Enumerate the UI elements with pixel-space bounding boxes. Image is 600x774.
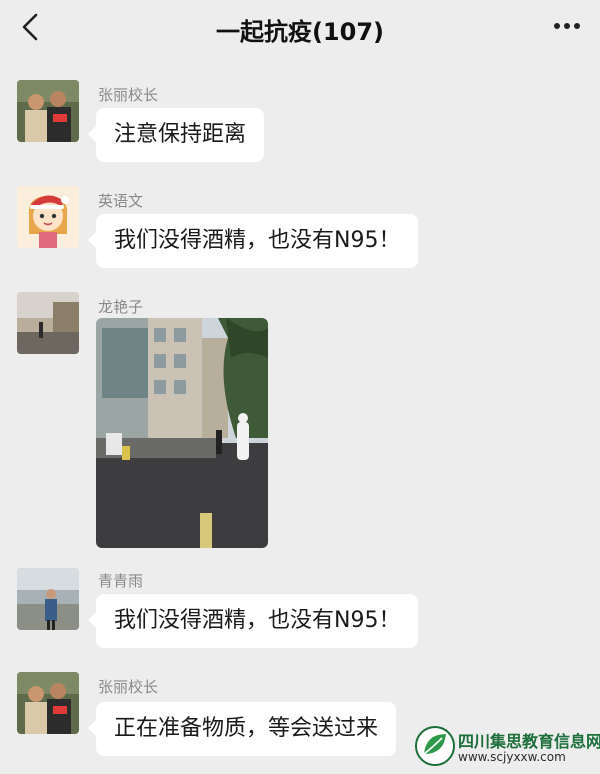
message-bubble[interactable]: 正在准备物质，等会送过来 <box>87 702 397 756</box>
leaf-logo-icon <box>415 726 455 766</box>
chat-header: 一起抗疫(107) <box>0 0 600 58</box>
chat-message: 张丽校长 注意保持距离 <box>0 78 600 170</box>
sender-name: 张丽校长 <box>98 86 159 104</box>
avatar-person-outdoor[interactable] <box>17 568 79 630</box>
street-photo-icon <box>96 318 268 548</box>
site-watermark: 四川集思教育信息网 www.scjyxxw.com <box>414 724 600 768</box>
more-dots-icon[interactable] <box>552 14 582 38</box>
avatar-couple-photo[interactable] <box>17 80 79 142</box>
avatar-street-photo[interactable] <box>17 292 79 354</box>
sender-name: 英语文 <box>98 192 144 210</box>
chat-message: 龙艳子 <box>0 292 600 554</box>
sender-name: 青青雨 <box>98 572 144 590</box>
chat-message: 英语文 我们没得酒精，也没有N95！ <box>0 184 600 276</box>
watermark-name: 四川集思教育信息网 <box>458 732 600 751</box>
message-bubble[interactable]: 我们没得酒精，也没有N95！ <box>87 594 419 648</box>
watermark-url: www.scjyxxw.com <box>458 750 566 764</box>
chat-title: 一起抗疫(107) <box>215 18 385 46</box>
sender-name: 张丽校长 <box>98 678 159 696</box>
avatar-cartoon-girl[interactable] <box>17 186 79 248</box>
message-bubble[interactable]: 注意保持距离 <box>87 108 265 162</box>
chat-message: 青青雨 我们没得酒精，也没有N95！ <box>0 566 600 658</box>
sender-name: 龙艳子 <box>98 298 144 316</box>
avatar-couple-photo[interactable] <box>17 672 79 734</box>
message-image[interactable] <box>96 318 268 548</box>
message-bubble[interactable]: 我们没得酒精，也没有N95！ <box>87 214 419 268</box>
